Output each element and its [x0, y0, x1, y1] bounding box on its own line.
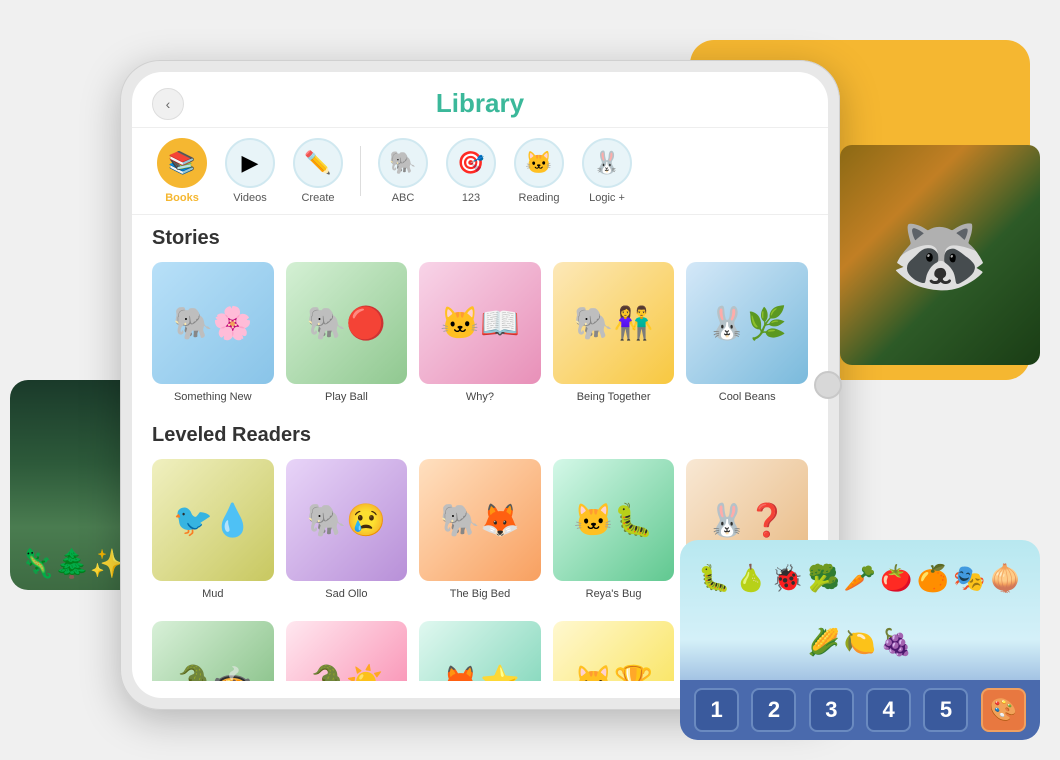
book-title-3: Why?: [466, 390, 494, 404]
game-emoji-5: 🥕: [844, 563, 876, 594]
num-block-6[interactable]: 🎨: [981, 688, 1026, 732]
book-so-hot[interactable]: 🐊☀️ So Hot: [286, 621, 408, 681]
book-cover-1: 🐘🌸: [152, 262, 274, 384]
book-cover-8: 🐘🦊: [419, 459, 541, 581]
tab-create[interactable]: ✏️ Create: [288, 138, 348, 204]
num-block-2[interactable]: 2: [751, 688, 796, 732]
stories-title: Stories: [152, 227, 808, 250]
book-cover-2: 🐘🔴: [286, 262, 408, 384]
game-numbers-row: 1 2 3 4 5 🎨: [680, 680, 1040, 740]
category-tabs: 📚 Books ▶ Videos ✏️ Create 🐘 ABC 🎯: [132, 128, 828, 215]
game-emoji-10: 🌽: [807, 627, 839, 658]
logic-label: Logic +: [589, 192, 625, 204]
videos-label: Videos: [233, 192, 266, 204]
book-cover-3: 🐱📖: [419, 262, 541, 384]
book-title-8: The Big Bed: [450, 587, 511, 601]
game-scene-top: 🐛 🍐 🐞 🥦 🥕 🍅 🍊 🎭 🧅 🌽 🍋 🍇: [680, 540, 1040, 680]
num-block-5[interactable]: 5: [923, 688, 968, 732]
book-title-9: Reya's Bug: [586, 587, 642, 601]
book-cover-13: 🦊⭐: [419, 621, 541, 681]
game-emoji-11: 🍋: [844, 627, 876, 658]
book-cover-11: 🐊🍲: [152, 621, 274, 681]
game-emoji-7: 🍊: [917, 563, 949, 594]
game-emoji-1: 🐛: [698, 563, 730, 594]
back-button[interactable]: ‹: [152, 88, 184, 120]
books-label: Books: [165, 192, 199, 204]
tab-abc[interactable]: 🐘 ABC: [373, 138, 433, 204]
game-emoji-12: 🍇: [880, 627, 912, 658]
game-emoji-3: 🐞: [771, 563, 803, 594]
book-title-6: Mud: [202, 587, 223, 601]
library-title: Library: [436, 88, 524, 119]
abc-label: ABC: [392, 192, 415, 204]
book-jam-vat[interactable]: 🐊🍲 Jam in the Vat: [152, 621, 274, 681]
game-emoji-9: 🧅: [989, 563, 1021, 594]
book-mud[interactable]: 🐦💧 Mud: [152, 459, 274, 601]
book-reyas-bug[interactable]: 🐱🐛 Reya's Bug: [553, 459, 675, 601]
book-cover-6: 🐦💧: [152, 459, 274, 581]
book-something-new[interactable]: 🐘🌸 Something New: [152, 262, 274, 404]
library-header: ‹ Library: [132, 72, 828, 128]
back-icon: ‹: [166, 96, 171, 112]
create-icon-circle: ✏️: [293, 138, 343, 188]
tab-books[interactable]: 📚 Books: [152, 138, 212, 204]
book-sad-ollo[interactable]: 🐘😢 Sad Ollo: [286, 459, 408, 601]
book-why[interactable]: 🐱📖 Why?: [419, 262, 541, 404]
book-cover-9: 🐱🐛: [553, 459, 675, 581]
create-label: Create: [301, 192, 334, 204]
book-title-7: Sad Ollo: [325, 587, 367, 601]
book-big-bed[interactable]: 🐘🦊 The Big Bed: [419, 459, 541, 601]
num-block-1[interactable]: 1: [694, 688, 739, 732]
num-label: 123: [462, 192, 480, 204]
book-cool-beans[interactable]: 🐰🌿 Cool Beans: [686, 262, 808, 404]
red-panda-image: [840, 145, 1040, 365]
reading-icon-circle: 🐱: [514, 138, 564, 188]
books-icon-circle: 📚: [157, 138, 207, 188]
stories-section: Stories 🐘🌸 Something New 🐘🔴 Play Ball 🐱📖…: [152, 227, 808, 404]
videos-icon-circle: ▶: [225, 138, 275, 188]
tab-divider: [360, 146, 361, 196]
book-cover-5: 🐰🌿: [686, 262, 808, 384]
game-scene: 🐛 🍐 🐞 🥦 🥕 🍅 🍊 🎭 🧅 🌽 🍋 🍇 1 2 3 4 5 🎨: [680, 540, 1040, 740]
game-emoji-4: 🥦: [807, 563, 839, 594]
book-cover-4: 🐘👫: [553, 262, 675, 384]
tab-123[interactable]: 🎯 123: [441, 138, 501, 204]
game-emoji-8: 🎭: [953, 563, 985, 594]
abc-icon-circle: 🐘: [378, 138, 428, 188]
book-play-ball[interactable]: 🐘🔴 Play Ball: [286, 262, 408, 404]
book-title-1: Something New: [174, 390, 252, 404]
game-emoji-6: 🍅: [880, 563, 912, 594]
num-icon-circle: 🎯: [446, 138, 496, 188]
reading-label: Reading: [519, 192, 560, 204]
tab-reading[interactable]: 🐱 Reading: [509, 138, 569, 204]
stories-grid: 🐘🌸 Something New 🐘🔴 Play Ball 🐱📖 Why? 🐘👫…: [152, 262, 808, 404]
leveled-readers-title: Leveled Readers: [152, 424, 808, 447]
book-title-4: Being Together: [577, 390, 651, 404]
book-cover-12: 🐊☀️: [286, 621, 408, 681]
book-cover-7: 🐘😢: [286, 459, 408, 581]
num-block-3[interactable]: 3: [809, 688, 854, 732]
tab-videos[interactable]: ▶ Videos: [220, 138, 280, 204]
book-title-5: Cool Beans: [719, 390, 776, 404]
num-block-4[interactable]: 4: [866, 688, 911, 732]
game-emoji-2: 🍐: [735, 563, 767, 594]
book-cup-is-up[interactable]: 🐱🏆 The Cup Is Up: [553, 621, 675, 681]
book-title-2: Play Ball: [325, 390, 368, 404]
home-button[interactable]: [814, 371, 842, 399]
book-being-together[interactable]: 🐘👫 Being Together: [553, 262, 675, 404]
book-cover-14: 🐱🏆: [553, 621, 675, 681]
book-hop-hop-hop[interactable]: 🦊⭐ Hop Hop Hop: [419, 621, 541, 681]
tab-logic[interactable]: 🐰 Logic +: [577, 138, 637, 204]
logic-icon-circle: 🐰: [582, 138, 632, 188]
